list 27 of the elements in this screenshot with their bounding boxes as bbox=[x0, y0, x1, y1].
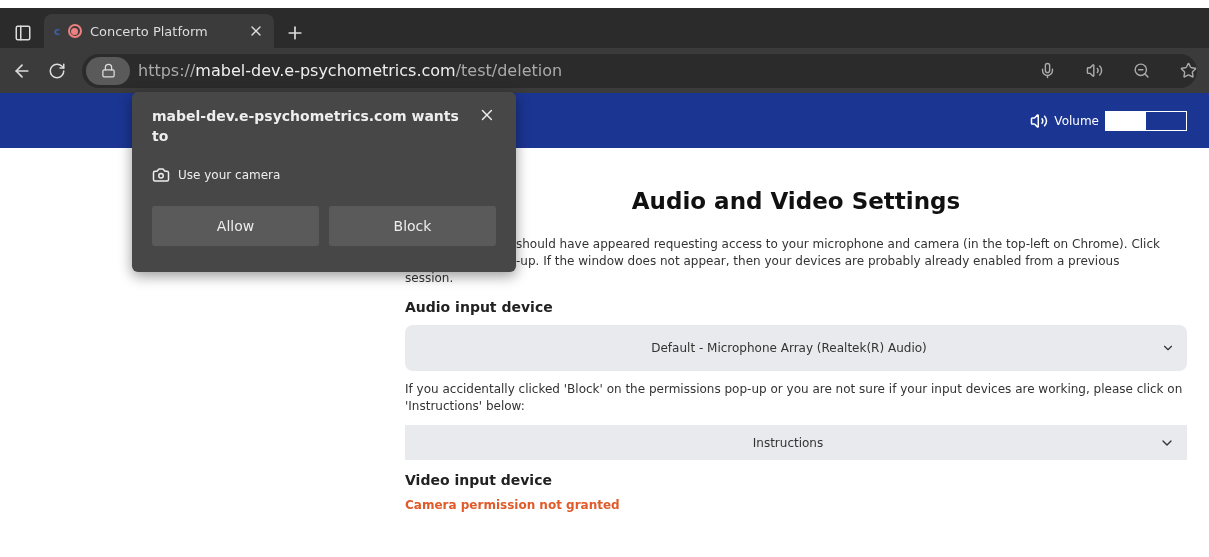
camera-icon bbox=[152, 166, 170, 184]
popup-button[interactable]: Block bbox=[329, 206, 496, 246]
volume-slider[interactable] bbox=[1105, 110, 1187, 131]
reload-icon[interactable] bbox=[48, 61, 66, 80]
lock-icon[interactable] bbox=[86, 56, 130, 85]
star-icon[interactable] bbox=[1180, 62, 1197, 79]
popup-button[interactable]: Allow bbox=[152, 206, 319, 246]
browser-tab[interactable]: c Concerto Platform bbox=[44, 14, 274, 48]
popup-title: mabel-dev.e-psychometrics.com wants to bbox=[152, 107, 460, 146]
zoom-out-icon[interactable] bbox=[1133, 62, 1150, 79]
address-field[interactable]: https://mabel-dev.e-psychometrics.com/test/deletion bbox=[82, 53, 1197, 88]
intro-text: session. bbox=[405, 271, 454, 285]
speaker-icon bbox=[1030, 111, 1049, 130]
favicon: c bbox=[54, 25, 60, 37]
read-aloud-icon[interactable] bbox=[1086, 62, 1103, 79]
instructions-accordion[interactable]: Instructions bbox=[405, 425, 1187, 460]
intro-text: should have appeared requesting access to your microphone and camera (in the top-left on Chrome). Click bbox=[516, 237, 1160, 251]
error-message: Camera permission not granted bbox=[405, 498, 621, 512]
page-title: Audio and Video Settings bbox=[631, 188, 961, 214]
microphone-icon[interactable] bbox=[1039, 62, 1056, 79]
video-heading: Video input device bbox=[405, 472, 553, 488]
volume-label: Volume bbox=[1054, 113, 1099, 128]
audio-device-select[interactable]: Default - Microphone Array (Realtek(R) Audio) bbox=[405, 325, 1187, 371]
intro-text: -up. If the window does not appear, then your devices are probably already enabled from a previous bbox=[516, 254, 1120, 268]
permission-label: Use your camera bbox=[178, 168, 281, 182]
help-text: If you accidentally clicked 'Block' on the permissions pop-up or you are not sure if your input devices are working, please click on 'Instructions' below: bbox=[405, 381, 1184, 415]
audio-heading: Audio input device bbox=[405, 299, 554, 315]
